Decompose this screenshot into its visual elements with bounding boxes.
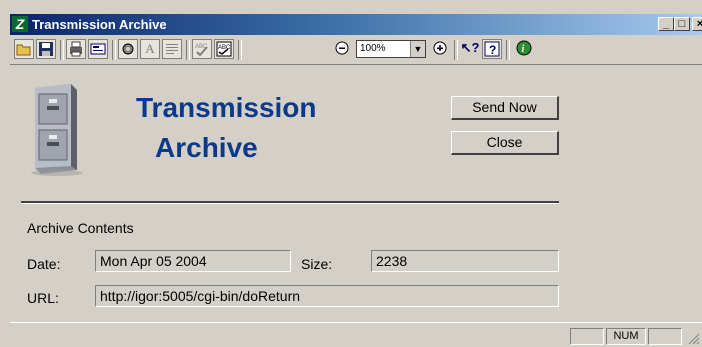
paragraph-icon[interactable] [162, 39, 182, 59]
svg-text:?: ? [489, 43, 496, 57]
spellcheck-icon[interactable]: ABC [192, 39, 212, 59]
info-icon[interactable]: i [514, 39, 534, 59]
zoom-out-icon[interactable] [332, 39, 352, 59]
url-label: URL: [27, 290, 59, 306]
archive-contents-label: Archive Contents [27, 220, 134, 236]
page-title-line1: Transmission [136, 92, 317, 123]
svg-text:ABC: ABC [218, 45, 231, 51]
form-icon[interactable] [88, 39, 108, 59]
archive-panel: Transmission Archive Send Now Close Arch… [17, 70, 589, 318]
app-window: Z Transmission Archive _ □ × A ABC ABC 1… [0, 0, 702, 347]
status-bar: NUM [10, 322, 702, 347]
chevron-down-icon[interactable]: ▼ [410, 41, 425, 57]
right-margin-area [589, 70, 702, 318]
date-field[interactable]: Mon Apr 05 2004 [95, 250, 291, 272]
svg-text:i: i [522, 44, 525, 55]
toolbar-separator [112, 40, 116, 60]
toolbar-separator [238, 40, 242, 60]
maximize-button[interactable]: □ [674, 17, 690, 31]
help-icon[interactable]: ? [482, 39, 502, 59]
title-bar[interactable]: Z Transmission Archive _ □ × [10, 14, 702, 35]
toolbar-separator [454, 40, 458, 60]
resize-grip-icon[interactable] [686, 331, 700, 345]
toolbar-separator [186, 40, 190, 60]
url-field[interactable]: http://igor:5005/cgi-bin/doReturn [95, 285, 559, 307]
zoom-value: 100% [360, 43, 386, 54]
print-icon[interactable] [66, 39, 86, 59]
size-field[interactable]: 2238 [371, 250, 559, 272]
close-button[interactable]: Close [451, 131, 559, 155]
date-label: Date: [27, 256, 61, 272]
thesaurus-icon[interactable]: ABC [214, 39, 234, 59]
toolbar: A ABC ABC 100% ▼ ↖? ? i [10, 36, 702, 65]
send-now-button[interactable]: Send Now [451, 96, 559, 120]
font-icon[interactable]: A [140, 39, 160, 59]
close-window-button[interactable]: × [692, 17, 702, 31]
zoom-in-icon[interactable] [430, 39, 450, 59]
minimize-button[interactable]: _ [658, 17, 674, 31]
save-icon[interactable] [36, 39, 56, 59]
toolbar-separator [60, 40, 64, 60]
toolbar-separator [506, 40, 510, 60]
divider [21, 201, 559, 204]
file-cabinet-icon [25, 82, 85, 176]
status-cell-empty [648, 328, 682, 345]
window-title: Transmission Archive [32, 17, 167, 32]
open-folder-icon[interactable] [14, 39, 34, 59]
status-cell-empty [570, 328, 604, 345]
size-label: Size: [301, 256, 333, 272]
settings-icon[interactable] [118, 39, 138, 59]
app-logo-icon: Z [12, 16, 28, 32]
page-title-line2: Archive [155, 132, 258, 163]
zoom-select[interactable]: 100% ▼ [356, 40, 426, 58]
num-lock-indicator: NUM [606, 328, 646, 345]
whats-this-icon[interactable]: ↖? [460, 39, 480, 59]
